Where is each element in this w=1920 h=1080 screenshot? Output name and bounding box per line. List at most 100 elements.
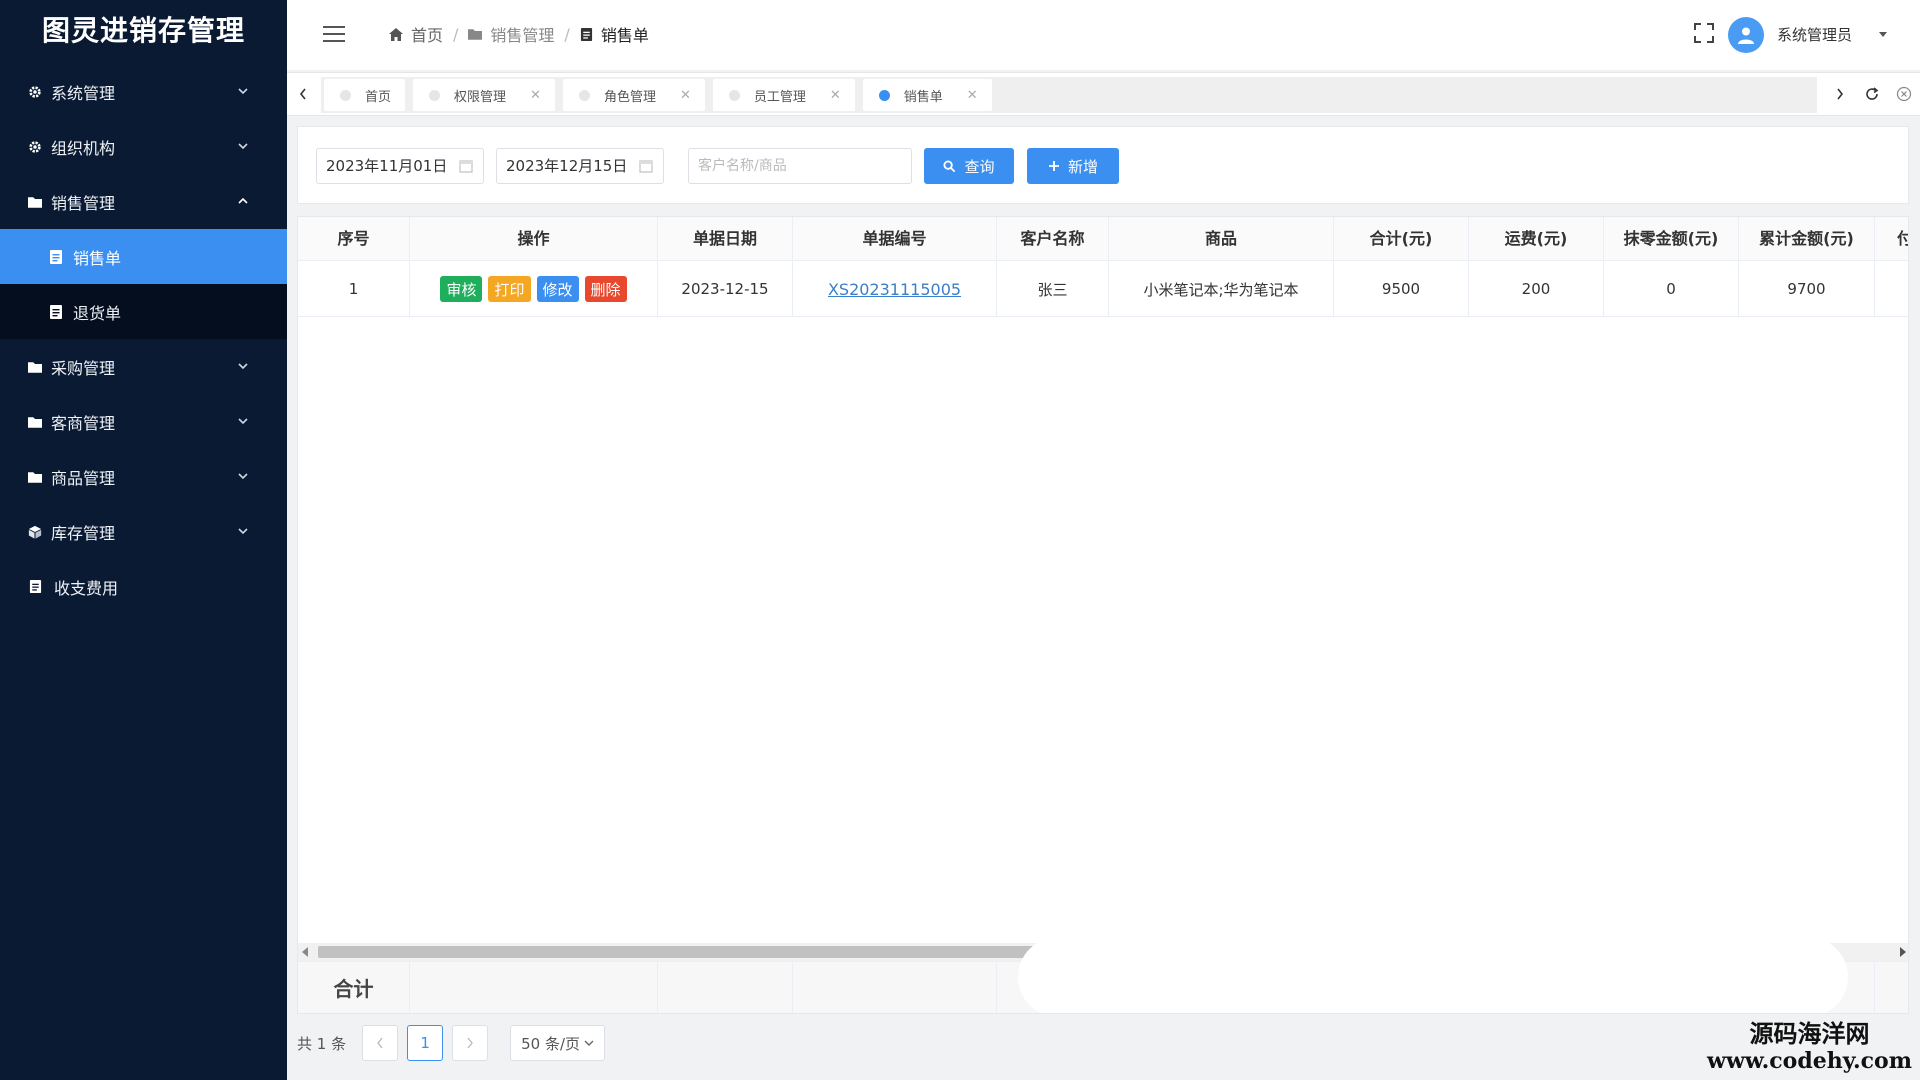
cell-customer: 张三 xyxy=(997,261,1109,317)
chevron-down-icon xyxy=(238,363,248,370)
fullscreen-icon[interactable] xyxy=(1693,22,1715,44)
cell-date: 2023-12-15 xyxy=(658,261,793,317)
folder-icon xyxy=(468,29,483,40)
folder-icon xyxy=(27,469,43,485)
end-date-input[interactable]: 2023年12月15日 xyxy=(496,148,664,184)
audit-button[interactable]: 审核 xyxy=(440,276,483,302)
plus-icon xyxy=(1048,161,1059,171)
refresh-button[interactable] xyxy=(1856,73,1888,115)
column-header[interactable]: 抹零金额(元) xyxy=(1604,217,1739,261)
gear-icon xyxy=(27,84,43,100)
column-header[interactable]: 付 xyxy=(1875,217,1908,261)
search-icon xyxy=(943,159,956,172)
sidebar-item-goods[interactable]: 商品管理 xyxy=(0,449,287,504)
column-header[interactable]: 操作 xyxy=(410,217,658,261)
sidebar-item-label: 组织机构 xyxy=(51,138,116,158)
tab-sales-order[interactable]: 销售单 ✕ xyxy=(862,79,992,111)
chevron-left-icon xyxy=(377,1037,383,1049)
user-name[interactable]: 系统管理员 xyxy=(1777,24,1852,45)
start-date-input[interactable]: 2023年11月01日 xyxy=(316,148,484,184)
sidebar-item-label: 收支费用 xyxy=(54,578,119,598)
document-icon xyxy=(27,579,43,595)
folder-icon xyxy=(27,359,43,375)
prev-page-button[interactable] xyxy=(362,1025,399,1061)
home-icon xyxy=(389,27,403,41)
print-button[interactable]: 打印 xyxy=(488,276,531,302)
sidebar-item-merchant[interactable]: 客商管理 xyxy=(0,394,287,449)
refresh-icon xyxy=(1866,87,1879,100)
edit-button[interactable]: 修改 xyxy=(536,276,579,302)
document-icon xyxy=(50,304,62,319)
close-icon[interactable]: ✕ xyxy=(967,88,978,103)
chevron-right-icon xyxy=(1837,88,1844,100)
cell-freight: 200 xyxy=(1469,261,1604,317)
column-header[interactable]: 商品 xyxy=(1109,217,1334,261)
tab-employee[interactable]: 员工管理 ✕ xyxy=(712,79,855,111)
sidebar-subitem-sales-order[interactable]: 销售单 xyxy=(0,229,287,284)
column-header[interactable]: 合计(元) xyxy=(1334,217,1469,261)
tab-permission[interactable]: 权限管理 ✕ xyxy=(413,79,555,111)
avatar[interactable] xyxy=(1728,17,1764,53)
close-all-button[interactable] xyxy=(1888,73,1920,115)
add-button[interactable]: 新增 xyxy=(1027,148,1119,184)
tabs-tools xyxy=(1824,73,1920,115)
breadcrumb-sales[interactable]: 销售管理 xyxy=(468,22,554,46)
column-header[interactable]: 运费(元) xyxy=(1469,217,1604,261)
search-input[interactable]: 客户名称/商品 xyxy=(688,148,912,184)
delete-button[interactable]: 删除 xyxy=(584,276,627,302)
cell-total: 9500 xyxy=(1334,261,1469,317)
query-button[interactable]: 查询 xyxy=(924,148,1014,184)
tab-dot xyxy=(578,89,590,101)
tab-role[interactable]: 角色管理 ✕ xyxy=(562,79,705,111)
breadcrumb-home[interactable]: 首页 xyxy=(389,22,443,46)
menu-toggle-icon[interactable] xyxy=(323,24,345,44)
column-header[interactable]: 客户名称 xyxy=(997,217,1109,261)
tabs-scroll-right[interactable] xyxy=(1824,73,1856,115)
column-header[interactable]: 序号 xyxy=(298,217,410,261)
sidebar-item-sales[interactable]: 销售管理 xyxy=(0,174,287,229)
tab-home[interactable]: 首页 xyxy=(324,79,406,111)
page-number-button[interactable]: 1 xyxy=(407,1025,444,1061)
sidebar-item-org[interactable]: 组织机构 xyxy=(0,119,287,174)
tab-dot-active xyxy=(878,89,890,101)
filter-bar: 2023年11月01日 2023年12月15日 客户名称/商品 查询 新增 xyxy=(297,126,1909,204)
sidebar-item-expense[interactable]: 收支费用 xyxy=(0,559,287,614)
column-header[interactable]: 单据日期 xyxy=(658,217,793,261)
sidebar-item-inventory[interactable]: 库存管理 xyxy=(0,504,287,559)
tabs-bar: 首页 权限管理 ✕ 角色管理 ✕ 员工管理 ✕ 销售单 ✕ xyxy=(287,72,1920,116)
redaction-overlay xyxy=(1018,937,1848,1013)
document-icon xyxy=(50,249,62,264)
column-header[interactable]: 累计金额(元) xyxy=(1739,217,1875,261)
tabs-scroll-left[interactable] xyxy=(287,73,319,115)
chevron-up-icon xyxy=(238,197,248,204)
sidebar-subitem-return-order[interactable]: 退货单 xyxy=(0,284,287,339)
scroll-right-arrow[interactable] xyxy=(1900,947,1906,957)
sidebar-item-system[interactable]: 系统管理 xyxy=(0,64,287,119)
document-icon xyxy=(580,27,592,41)
app-logo-title: 图灵进销存管理 xyxy=(41,14,245,47)
table-row[interactable]: 1 审核 打印 修改 删除 2023-12-15 XS20231115005 张… xyxy=(298,261,1908,317)
summary-label: 合计 xyxy=(298,962,410,1013)
caret-down-icon[interactable] xyxy=(1879,32,1887,37)
chevron-down-icon xyxy=(238,473,248,480)
sidebar-item-purchase[interactable]: 采购管理 xyxy=(0,339,287,394)
close-icon[interactable]: ✕ xyxy=(530,88,541,103)
cell-goods: 小米笔记本;华为笔记本 xyxy=(1109,261,1334,317)
page-size-select[interactable]: 50 条/页 xyxy=(510,1025,606,1061)
cell-paid xyxy=(1875,261,1908,317)
chevron-down-icon xyxy=(238,528,248,535)
cell-index: 1 xyxy=(298,261,410,317)
sidebar-item-label: 库存管理 xyxy=(51,523,116,543)
cell-actions: 审核 打印 修改 删除 xyxy=(410,261,658,317)
close-icon[interactable]: ✕ xyxy=(680,88,691,103)
next-page-button[interactable] xyxy=(452,1025,489,1061)
chevron-down-icon xyxy=(238,88,248,95)
chevron-left-icon xyxy=(299,88,306,100)
order-code-link[interactable]: XS20231115005 xyxy=(828,280,961,299)
column-header[interactable]: 单据编号 xyxy=(793,217,997,261)
pagination: 共 1 条 1 50 条/页 xyxy=(297,1025,606,1061)
sidebar-item-label: 商品管理 xyxy=(51,468,116,488)
chevron-down-icon xyxy=(238,418,248,425)
close-icon[interactable]: ✕ xyxy=(830,88,841,103)
scroll-left-arrow[interactable] xyxy=(302,947,308,957)
